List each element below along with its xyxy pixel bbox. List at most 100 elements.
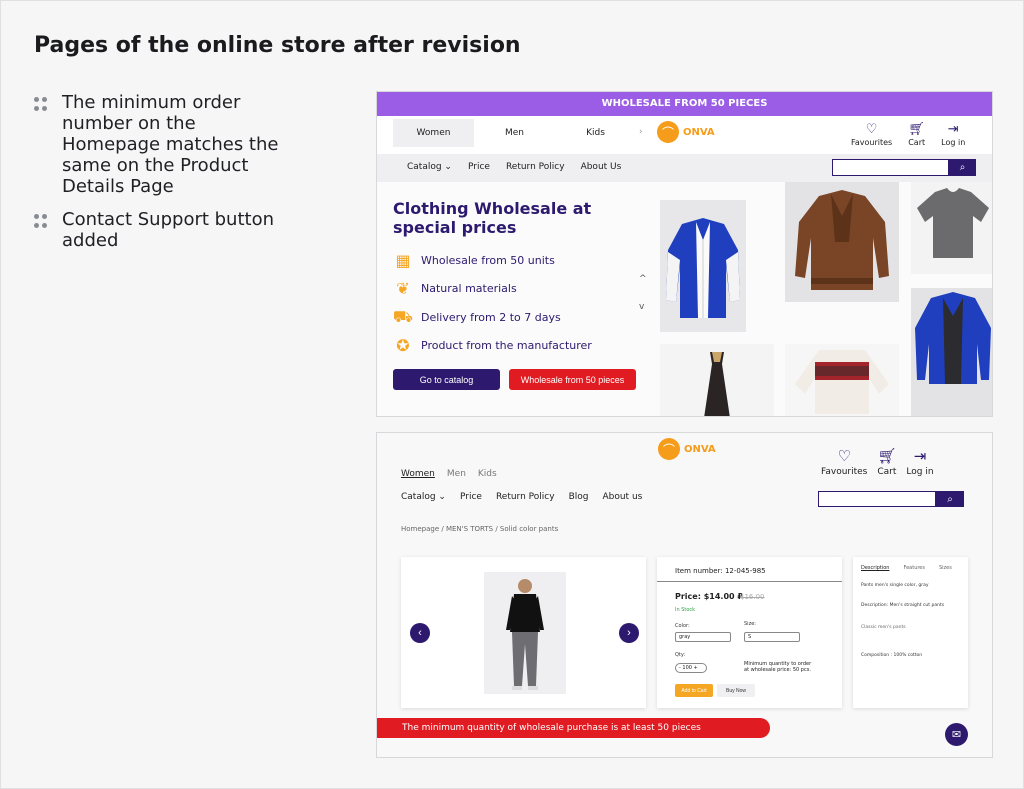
nav-menu: Catalog ⌄ Price Return Policy About Us bbox=[407, 162, 637, 172]
info-tabs: Description Features Sizes bbox=[861, 565, 966, 571]
search-button[interactable]: ⌕ bbox=[949, 159, 976, 176]
nav-return-policy[interactable]: Return Policy bbox=[506, 162, 565, 172]
cart-button[interactable]: 🛒︎ Cart bbox=[908, 122, 925, 147]
truck-icon: ⛟ bbox=[392, 306, 414, 326]
login-button[interactable]: ⇥ Log in bbox=[941, 122, 965, 147]
tab-kids[interactable]: Kids bbox=[478, 469, 497, 479]
brown-leather-jacket-image[interactable] bbox=[785, 182, 899, 302]
buy-now-button[interactable]: Buy Now bbox=[717, 684, 755, 697]
gender-tabs: Women Men Kids bbox=[401, 469, 509, 479]
nav-return-policy[interactable]: Return Policy bbox=[496, 492, 555, 502]
cart-icon: 🛒︎ bbox=[908, 122, 925, 137]
gray-tshirt-image[interactable] bbox=[911, 182, 992, 274]
add-to-cart-button[interactable]: Add to Cart bbox=[675, 684, 713, 697]
chevron-down-icon[interactable]: v bbox=[639, 302, 644, 312]
info-text: Classic men's pants bbox=[861, 625, 906, 630]
product-gallery: ‹ › bbox=[401, 557, 646, 708]
logo-text: ONVA bbox=[683, 126, 715, 138]
slide-title: Pages of the online store after revision bbox=[34, 33, 521, 58]
chevron-up-icon[interactable]: ^ bbox=[639, 274, 647, 284]
nav-about-us[interactable]: About us bbox=[602, 492, 642, 502]
homepage-screenshot: WHOLESALE FROM 50 PIECES Women Men Kids … bbox=[376, 91, 993, 417]
tab-women[interactable]: Women bbox=[401, 469, 435, 479]
bullet-text: The minimum order number on the Homepage… bbox=[62, 92, 279, 197]
chevron-right-icon[interactable]: › bbox=[639, 127, 643, 137]
heart-icon: ♡ bbox=[837, 447, 851, 465]
product-info-card: Description Features Sizes Pants men's s… bbox=[853, 557, 968, 708]
chevron-right-icon: › bbox=[627, 627, 631, 639]
breadcrumb[interactable]: Homepage / MEN'S TORTS / Solid color pan… bbox=[401, 525, 558, 533]
next-image-button[interactable]: › bbox=[619, 623, 639, 643]
nav-catalog[interactable]: Catalog ⌄ bbox=[407, 162, 452, 172]
search-bar: ⌕ bbox=[818, 491, 964, 507]
nav-price[interactable]: Price bbox=[460, 492, 482, 502]
minimum-quantity-note: Minimum quantity to order at wholesale p… bbox=[744, 661, 812, 673]
search-input[interactable] bbox=[832, 159, 949, 176]
size-label: Size: bbox=[744, 621, 756, 627]
blue-varsity-jacket-image[interactable] bbox=[660, 200, 746, 332]
logo[interactable]: ⌒ ONVA bbox=[657, 121, 715, 143]
contact-support-button[interactable]: ✉ bbox=[945, 723, 968, 746]
product-price: Price: $14.00 ₽ bbox=[675, 592, 743, 601]
quantity-stepper[interactable]: - 100 + bbox=[675, 663, 707, 673]
go-to-catalog-button[interactable]: Go to catalog bbox=[393, 369, 500, 390]
product-model-image[interactable] bbox=[484, 572, 566, 694]
nav-menu: Catalog ⌄ Price Return Policy Blog About… bbox=[401, 492, 656, 502]
bullet-dots-icon bbox=[34, 97, 48, 111]
home-nav-bar: Catalog ⌄ Price Return Policy About Us ⌕ bbox=[377, 154, 992, 182]
tab-men[interactable]: Men bbox=[447, 469, 466, 479]
cart-button[interactable]: 🛒︎ Cart bbox=[877, 447, 896, 477]
heart-icon: ♡ bbox=[865, 122, 878, 137]
favourites-button[interactable]: ♡ Favourites bbox=[821, 447, 867, 477]
login-button[interactable]: ⇥ Log in bbox=[906, 447, 933, 477]
nav-blog[interactable]: Blog bbox=[569, 492, 589, 502]
bullet-text: Contact Support button added bbox=[62, 209, 275, 251]
hanger-icon: ⌒ bbox=[658, 438, 680, 460]
login-icon: ⇥ bbox=[913, 447, 927, 465]
search-button[interactable]: ⌕ bbox=[936, 491, 964, 507]
search-icon: ⌕ bbox=[947, 493, 953, 505]
info-text: Pants men's single color, gray bbox=[861, 583, 929, 588]
gender-tabs: Women Men Kids bbox=[393, 119, 636, 147]
black-dress-image[interactable] bbox=[660, 344, 774, 416]
promo-banner[interactable]: WHOLESALE FROM 50 PIECES bbox=[377, 92, 992, 116]
slide-frame: Pages of the online store after revision… bbox=[0, 0, 1024, 789]
knit-sweater-image[interactable] bbox=[785, 344, 899, 416]
boxes-icon: ▦ bbox=[395, 250, 411, 270]
nav-catalog[interactable]: Catalog ⌄ bbox=[401, 492, 446, 502]
divider bbox=[657, 581, 842, 582]
account-links: ♡ Favourites 🛒︎ Cart ⇥ Log in bbox=[851, 122, 981, 147]
bullet-list: The minimum order number on the Homepage… bbox=[34, 92, 334, 263]
nav-price[interactable]: Price bbox=[468, 162, 490, 172]
login-icon: ⇥ bbox=[947, 122, 959, 137]
wholesale-button[interactable]: Wholesale from 50 pieces bbox=[509, 369, 636, 390]
tab-men[interactable]: Men bbox=[474, 119, 555, 147]
minimum-quantity-warning: The minimum quantity of wholesale purcha… bbox=[377, 718, 770, 738]
logo-text: ONVA bbox=[684, 443, 716, 455]
tab-sizes[interactable]: Sizes bbox=[939, 565, 952, 571]
cart-icon: 🛒︎ bbox=[877, 447, 897, 465]
tab-women[interactable]: Women bbox=[393, 119, 474, 147]
logo[interactable]: ⌒ ONVA bbox=[658, 438, 716, 460]
size-select[interactable]: S bbox=[744, 632, 800, 642]
feature-list: ▦ Wholesale from 50 units ❦ Natural materi… bbox=[391, 246, 592, 360]
favourites-button[interactable]: ♡ Favourites bbox=[851, 122, 892, 147]
nav-about-us[interactable]: About Us bbox=[581, 162, 622, 172]
search-input[interactable] bbox=[818, 491, 936, 507]
feature-item: ▦ Wholesale from 50 units bbox=[391, 246, 592, 275]
feature-item: ❦ Natural materials bbox=[391, 275, 592, 304]
product-details-card: Item number: 12-045-985 Price: $14.00 ₽ … bbox=[657, 557, 842, 708]
prev-image-button[interactable]: ‹ bbox=[410, 623, 430, 643]
color-select[interactable]: gray bbox=[675, 632, 731, 642]
chevron-left-icon: ‹ bbox=[418, 627, 422, 639]
blue-jacket-image[interactable] bbox=[911, 288, 992, 416]
qty-label: Qty: bbox=[675, 652, 686, 658]
leaf-hand-icon: ❦ bbox=[396, 279, 410, 299]
item-number: Item number: 12-045-985 bbox=[675, 567, 766, 575]
tab-features[interactable]: Features bbox=[903, 565, 925, 571]
home-header: Women Men Kids › ⌒ ONVA ♡ Favourites 🛒︎ Ca… bbox=[377, 116, 992, 154]
feature-item: ✪ Product from the manufacturer bbox=[391, 332, 592, 361]
tab-kids[interactable]: Kids bbox=[555, 119, 636, 147]
tab-description[interactable]: Description bbox=[861, 565, 889, 571]
search-bar: ⌕ bbox=[832, 159, 976, 176]
